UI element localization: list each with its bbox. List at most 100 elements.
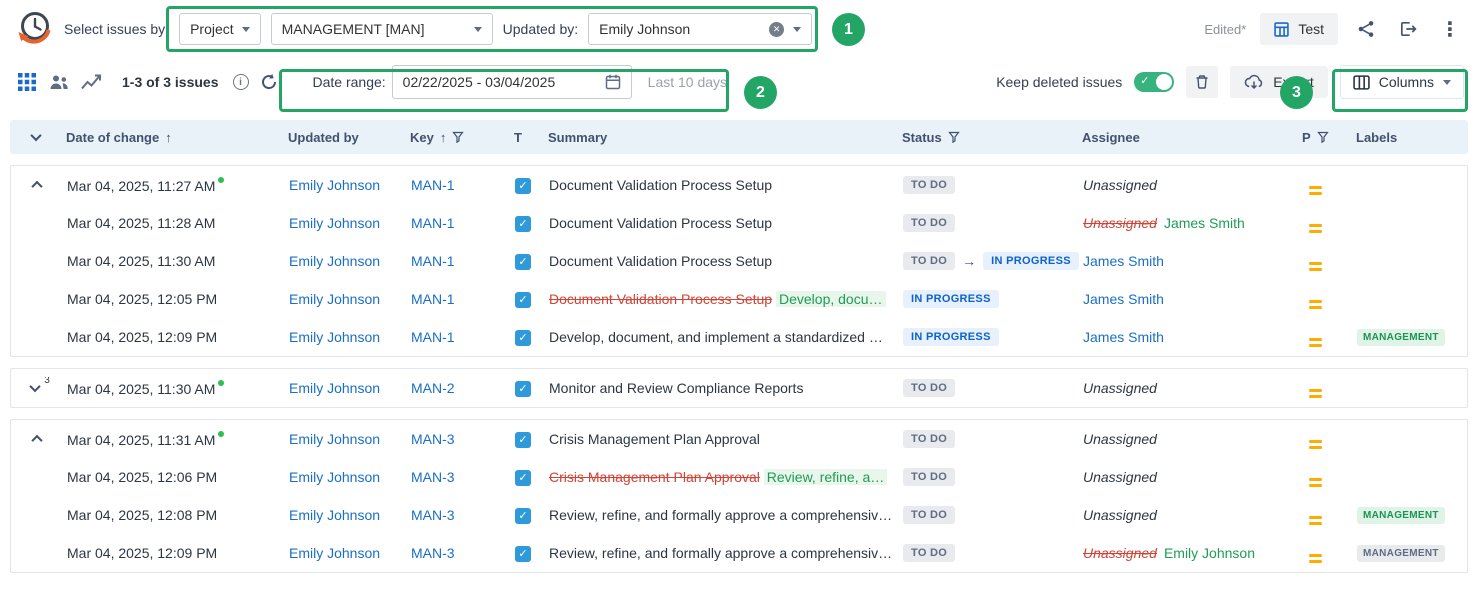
keep-deleted-toggle[interactable]: ✓ xyxy=(1134,72,1174,92)
filter-icon[interactable] xyxy=(452,131,464,143)
issue-key-link[interactable]: MAN-3 xyxy=(411,545,455,561)
more-menu-button[interactable]: ⋮ xyxy=(1436,15,1464,43)
priority-cell xyxy=(1299,430,1353,449)
date-of-change-cell: Mar 04, 2025, 11:27 AM xyxy=(63,177,285,194)
test-view-button[interactable]: Test xyxy=(1260,13,1338,45)
status-chip: IN PROGRESS xyxy=(983,252,1079,270)
assignee-cell: James Smith xyxy=(1079,329,1299,345)
date-of-change: Mar 04, 2025, 11:28 AM xyxy=(67,215,215,231)
issue-key-link[interactable]: MAN-1 xyxy=(411,291,455,307)
share-button[interactable] xyxy=(1352,15,1380,43)
col-label: Labels xyxy=(1356,130,1397,145)
issue-key-link[interactable]: MAN-3 xyxy=(411,431,455,447)
type-cell: ✓ xyxy=(511,506,545,525)
export-button[interactable]: Export xyxy=(1230,66,1327,98)
status-cell: IN PROGRESS xyxy=(899,328,1079,346)
col-assignee[interactable]: Assignee xyxy=(1078,130,1298,145)
chevron-up-icon xyxy=(31,181,42,192)
people-view-button[interactable] xyxy=(46,69,72,95)
expand-all-header[interactable] xyxy=(10,133,62,141)
priority-bar xyxy=(1309,560,1322,563)
col-label: Updated by xyxy=(288,130,359,145)
status-chip: TO DO xyxy=(903,176,955,194)
priority-bar xyxy=(1309,268,1322,271)
updated-by-link[interactable]: Emily Johnson xyxy=(289,431,380,447)
info-icon[interactable]: i xyxy=(233,74,249,90)
issue-key-link[interactable]: MAN-2 xyxy=(411,380,455,396)
updated-by-link[interactable]: Emily Johnson xyxy=(289,329,380,345)
table-row: Mar 04, 2025, 12:06 PMEmily JohnsonMAN-3… xyxy=(11,458,1467,496)
updated-by-link[interactable]: Emily Johnson xyxy=(289,291,380,307)
filter-icon[interactable] xyxy=(948,131,960,143)
filter-type-select[interactable]: Project xyxy=(179,13,261,45)
type-cell: ✓ xyxy=(511,430,545,449)
issue-key-link[interactable]: MAN-1 xyxy=(411,215,455,231)
updated-by-select[interactable]: Emily Johnson ✕ xyxy=(588,13,812,45)
updated-by-link[interactable]: Emily Johnson xyxy=(289,545,380,561)
date-range-input[interactable]: 02/22/2025 - 03/04/2025 xyxy=(392,65,632,99)
priority-cell xyxy=(1299,328,1353,347)
priority-bar xyxy=(1309,262,1322,265)
assignee-link[interactable]: James Smith xyxy=(1083,253,1164,269)
type-cell: ✓ xyxy=(511,468,545,487)
priority-cell xyxy=(1299,544,1353,563)
filter-icon[interactable] xyxy=(1317,131,1329,143)
updated-by-link[interactable]: Emily Johnson xyxy=(289,507,380,523)
updated-by-link[interactable]: Emily Johnson xyxy=(289,253,380,269)
col-date-of-change[interactable]: Date of change ↑ xyxy=(62,130,284,145)
refresh-button[interactable] xyxy=(255,68,283,96)
expander-cell: 3 xyxy=(11,377,63,399)
chart-view-button[interactable] xyxy=(78,69,104,95)
issues-count: 1-3 of 3 issues xyxy=(122,74,219,90)
chevron-down-icon xyxy=(30,381,41,392)
col-updated-by[interactable]: Updated by xyxy=(284,130,406,145)
expander-cell xyxy=(11,428,63,450)
issue-key-link[interactable]: MAN-3 xyxy=(411,469,455,485)
priority-medium-icon xyxy=(1309,186,1322,195)
assignee-link[interactable]: James Smith xyxy=(1083,329,1164,345)
grid-view-button[interactable] xyxy=(14,69,40,95)
status-cell: TO DO xyxy=(899,214,1079,232)
priority-bar xyxy=(1309,522,1322,525)
row-expander[interactable] xyxy=(24,377,46,399)
table-row: 3Mar 04, 2025, 11:30 AM Emily Johnson MAN-… xyxy=(11,369,1467,407)
priority-medium-icon xyxy=(1309,478,1322,487)
project-select[interactable]: MANAGEMENT [MAN] xyxy=(271,13,493,45)
col-status[interactable]: Status xyxy=(898,130,1078,145)
updated-by-link[interactable]: Emily Johnson xyxy=(289,380,380,396)
date-of-change: Mar 04, 2025, 11:30 AM xyxy=(67,381,215,397)
row-expander[interactable] xyxy=(26,174,48,196)
issue-key-link[interactable]: MAN-1 xyxy=(411,177,455,193)
table-row: Mar 04, 2025, 11:30 AMEmily JohnsonMAN-1… xyxy=(11,242,1467,280)
task-type-icon: ✓ xyxy=(515,216,531,232)
summary-text: Document Validation Process Setup xyxy=(549,215,772,231)
updated-by-link[interactable]: Emily Johnson xyxy=(289,215,380,231)
issue-key-link[interactable]: MAN-3 xyxy=(411,507,455,523)
col-priority[interactable]: P xyxy=(1298,130,1352,145)
col-type[interactable]: T xyxy=(510,130,544,145)
updated-by-link[interactable]: Emily Johnson xyxy=(289,177,380,193)
columns-button[interactable]: Columns xyxy=(1340,65,1464,99)
col-label: T xyxy=(514,130,522,145)
assignee-link[interactable]: James Smith xyxy=(1083,291,1164,307)
date-of-change-cell: Mar 04, 2025, 11:30 AM xyxy=(63,380,285,397)
date-of-change: Mar 04, 2025, 12:08 PM xyxy=(67,507,217,523)
row-expander[interactable] xyxy=(26,428,48,450)
priority-medium-icon xyxy=(1309,338,1322,347)
col-key[interactable]: Key ↑ xyxy=(406,130,510,145)
priority-cell xyxy=(1299,214,1353,233)
issue-key-link[interactable]: MAN-1 xyxy=(411,329,455,345)
delete-button[interactable] xyxy=(1186,66,1218,98)
updated-by-link[interactable]: Emily Johnson xyxy=(289,469,380,485)
col-summary[interactable]: Summary xyxy=(544,130,898,145)
clear-icon[interactable]: ✕ xyxy=(769,22,784,37)
issue-group: 3Mar 04, 2025, 11:30 AM Emily Johnson MAN-… xyxy=(10,368,1468,408)
export-window-button[interactable] xyxy=(1394,15,1422,43)
chevron-down-icon xyxy=(1443,80,1451,85)
col-labels[interactable]: Labels xyxy=(1352,130,1468,145)
chevron-up-icon xyxy=(31,435,42,446)
issue-key-link[interactable]: MAN-1 xyxy=(411,253,455,269)
summary-old-value: Document Validation Process Setup xyxy=(549,291,772,307)
key-cell: MAN-1 xyxy=(407,177,511,193)
export-label: Export xyxy=(1273,74,1313,90)
